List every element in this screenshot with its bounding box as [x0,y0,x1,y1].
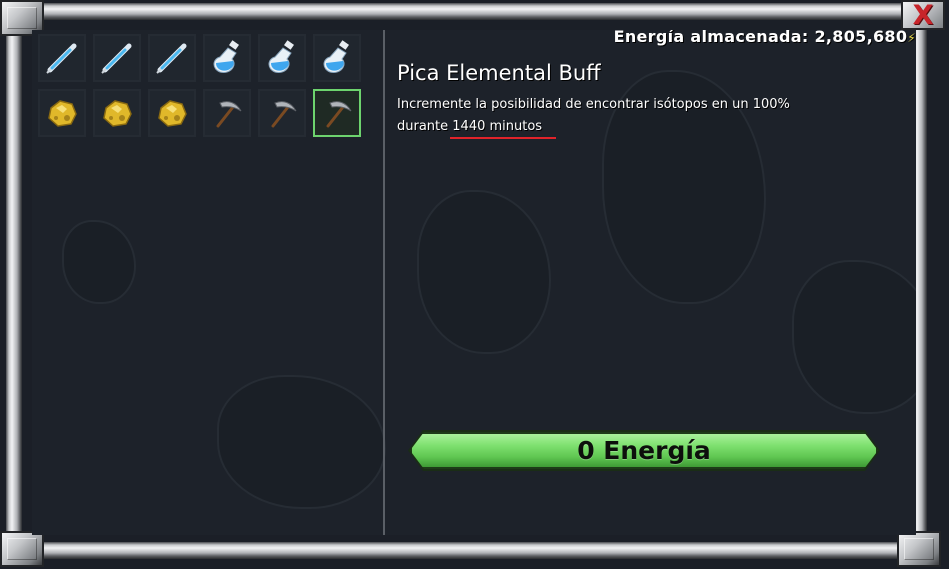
pickaxe-icon [318,94,356,132]
item-description-line1: Incremente la posibilidad de encontrar i… [397,97,790,112]
close-button[interactable]: X [901,0,945,30]
inventory-slot[interactable] [148,34,196,82]
inventory-slot[interactable] [93,89,141,137]
inventory-slot[interactable] [38,89,86,137]
inventory-slot[interactable] [38,34,86,82]
potion-bottle-icon [318,39,356,77]
potion-bottle-icon [208,39,246,77]
potion-bottle-icon [263,39,301,77]
inventory-slot[interactable] [258,34,306,82]
buy-button[interactable]: 0 Energía [410,432,878,469]
inventory-grid [38,34,361,137]
energy-bolt-icon: ⚡ [907,31,916,45]
item-title: Pica Elemental Buff [397,61,601,85]
panel-divider [383,30,385,535]
gold-ore-icon [98,94,136,132]
inventory-slot[interactable] [203,89,251,137]
stored-energy-text: Energía almacenada: 2,805,680 [613,30,908,46]
duration-prefix: durante [397,119,453,134]
inventory-slot[interactable] [258,89,306,137]
stored-energy: Energía almacenada: 2,805,680⚡ [614,30,916,46]
frame-bottom [18,542,931,559]
gold-ore-icon [153,94,191,132]
syringe-icon [43,39,81,77]
syringe-icon [153,39,191,77]
buy-button-label: 0 Energía [577,436,711,465]
background-rock [62,220,136,304]
item-description: Incremente la posibilidad de encontrar i… [397,94,837,139]
background-rock [217,375,386,509]
duration-value: 1440 minutos [450,116,556,139]
background-rock [417,190,551,354]
inventory-slot[interactable] [313,34,361,82]
frame-corner-bottom-left [0,531,44,567]
inventory-slot[interactable] [148,89,196,137]
pickaxe-icon [263,94,301,132]
item-description-line2: durante 1440 minutos [397,116,837,139]
inventory-slot[interactable] [93,34,141,82]
gold-ore-icon [43,94,81,132]
shop-panel: Energía almacenada: 2,805,680⚡ Pica Elem… [32,30,916,535]
inventory-slot[interactable] [313,89,361,137]
inventory-slot[interactable] [203,34,251,82]
frame-top [18,3,931,20]
frame-corner-bottom-right [897,531,941,567]
pickaxe-icon [208,94,246,132]
close-icon: X [912,0,934,31]
background-rock [792,260,916,414]
syringe-icon [98,39,136,77]
frame-left [6,18,22,551]
